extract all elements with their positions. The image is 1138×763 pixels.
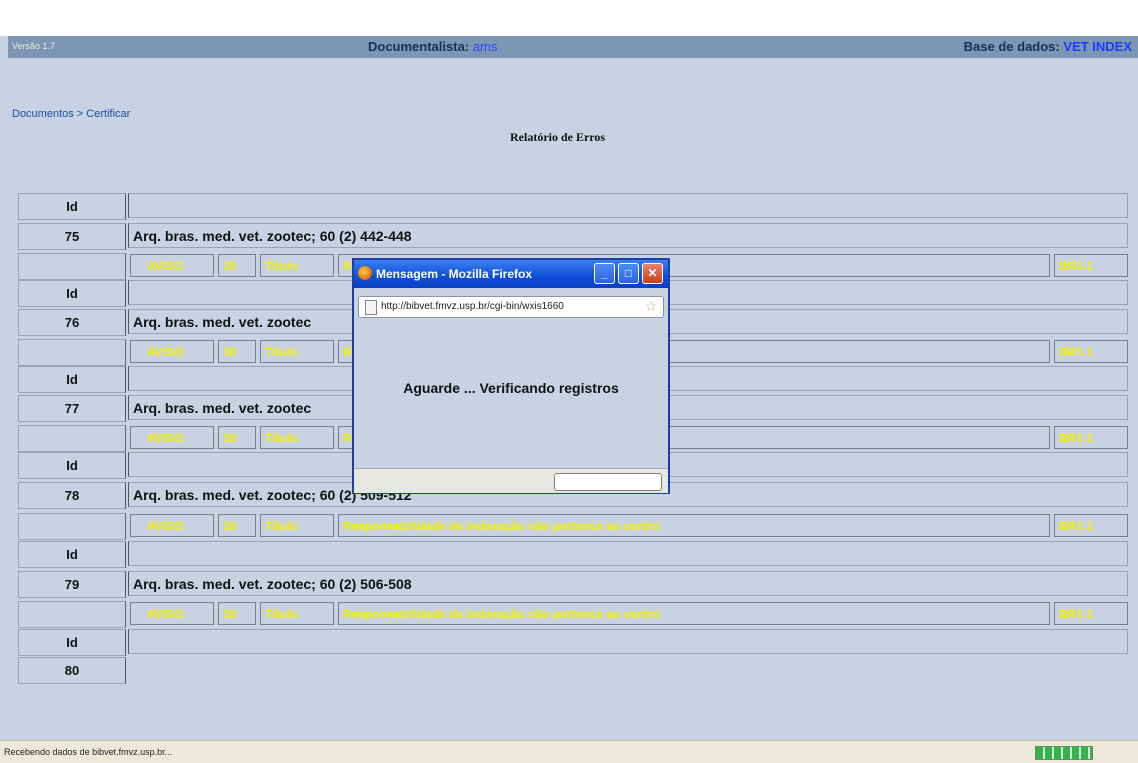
popup-progress-box <box>554 473 662 491</box>
warning-code: BR1.1 <box>1054 340 1128 363</box>
empty-cell <box>18 513 126 540</box>
warning-type: AVISO <box>130 254 214 277</box>
warning-code: BR1.1 <box>1054 254 1128 277</box>
warning-row: AVISO 30 Título Responsabilidade de Inde… <box>18 601 1130 628</box>
top-margin <box>0 0 1138 36</box>
empty-cell <box>128 629 1128 654</box>
warning-field: Título <box>260 602 334 625</box>
empty-cell <box>18 339 126 366</box>
record-id: 76 <box>18 309 126 336</box>
page-area: Versão 1.7 Documentalista: ams Base de d… <box>0 0 1138 740</box>
maximize-icon[interactable]: □ <box>618 263 639 284</box>
header-bar: Versão 1.7 Documentalista: ams Base de d… <box>8 36 1138 58</box>
warning-field: Título <box>260 514 334 537</box>
warning-num: 30 <box>218 514 256 537</box>
table-row-id-header: Id <box>18 193 1130 220</box>
warning-code: BR1.1 <box>1054 514 1128 537</box>
id-header: Id <box>18 541 126 568</box>
warning-code: BR1.1 <box>1054 426 1128 449</box>
popup-title: Mensagem - Mozilla Firefox <box>376 267 533 281</box>
page-icon <box>365 300 377 315</box>
minimize-icon[interactable]: _ <box>594 263 615 284</box>
warning-type: AVISO <box>130 602 214 625</box>
table-row-id-header: Id <box>18 629 1130 656</box>
firefox-icon <box>358 266 372 280</box>
warning-row: AVISO 30 Título Responsabilidade de Inde… <box>18 513 1130 540</box>
popup-url: http://bibvet.fmvz.usp.br/cgi-bin/wxis16… <box>381 301 564 312</box>
warning-num: 30 <box>218 426 256 449</box>
id-header: Id <box>18 452 126 479</box>
close-icon[interactable]: ✕ <box>642 263 663 284</box>
warning-field: Título <box>260 254 334 277</box>
record-citation: Arq. bras. med. vet. zootec; 60 (2) 442-… <box>128 223 1128 248</box>
record-id: 77 <box>18 395 126 422</box>
record-id: 75 <box>18 223 126 250</box>
popup-url-bar[interactable]: http://bibvet.fmvz.usp.br/cgi-bin/wxis16… <box>358 296 664 318</box>
documentalista: Documentalista: ams <box>368 39 497 54</box>
empty-cell <box>128 541 1128 566</box>
empty-cell <box>18 425 126 452</box>
database-label: Base de dados: <box>963 39 1060 54</box>
popup-statusbar <box>354 468 668 493</box>
documentalista-user: ams <box>472 39 498 54</box>
warning-type: AVISO <box>130 426 214 449</box>
warning-field: Título <box>260 340 334 363</box>
id-header: Id <box>18 193 126 220</box>
empty-cell <box>128 193 1128 218</box>
id-header: Id <box>18 366 126 393</box>
record-citation: Arq. bras. med. vet. zootec; 60 (2) 506-… <box>128 571 1128 596</box>
empty-cell <box>18 253 126 280</box>
page-title: Relatório de Erros <box>510 130 606 144</box>
id-header: Id <box>18 280 126 307</box>
warning-field: Título <box>260 426 334 449</box>
warning-type: AVISO <box>130 514 214 537</box>
empty-cell <box>18 601 126 628</box>
popup-titlebar[interactable]: Mensagem - Mozilla Firefox _ □ ✕ <box>354 260 668 288</box>
documentalista-label: Documentalista: <box>368 39 470 54</box>
table-row-id-header: Id <box>18 541 1130 568</box>
record-id: 78 <box>18 482 126 509</box>
warning-message: Responsabilidade de Indexação não perten… <box>338 602 1050 625</box>
version-label: Versão 1.7 <box>12 41 56 51</box>
table-row: 79 Arq. bras. med. vet. zootec; 60 (2) 5… <box>18 571 1130 598</box>
popup-message: Aguarde ... Verificando registros <box>403 380 619 396</box>
message-popup-window[interactable]: Mensagem - Mozilla Firefox _ □ ✕ http://… <box>352 258 670 494</box>
loading-progress-bar <box>1035 746 1093 760</box>
warning-type: AVISO <box>130 340 214 363</box>
table-row: 80 <box>18 657 1130 684</box>
warning-code: BR1.1 <box>1054 602 1128 625</box>
status-text: Recebendo dados de bibvet.fmvz.usp.br... <box>4 747 173 757</box>
star-icon[interactable]: ☆ <box>644 298 657 315</box>
warning-message: Responsabilidade de Indexação não perten… <box>338 514 1050 537</box>
breadcrumb[interactable]: Documentos > Certificar <box>12 108 130 120</box>
id-header: Id <box>18 629 126 656</box>
table-row: 75 Arq. bras. med. vet. zootec; 60 (2) 4… <box>18 223 1130 250</box>
warning-num: 30 <box>218 254 256 277</box>
warning-num: 30 <box>218 340 256 363</box>
database: Base de dados: VET INDEX <box>964 39 1132 54</box>
warning-num: 30 <box>218 602 256 625</box>
database-name: VET INDEX <box>1063 39 1132 54</box>
browser-status-bar: Recebendo dados de bibvet.fmvz.usp.br... <box>0 740 1138 763</box>
record-id: 79 <box>18 571 126 598</box>
record-id: 80 <box>18 657 126 684</box>
